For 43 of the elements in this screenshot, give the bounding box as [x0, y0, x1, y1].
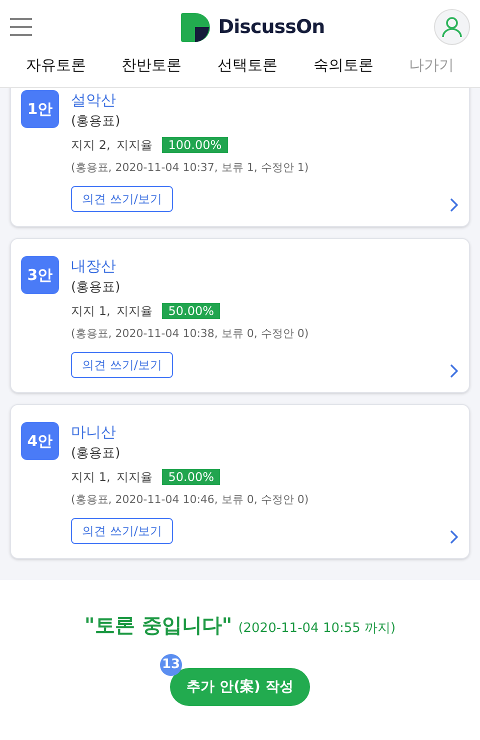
support-count: 지지 1,: [71, 303, 110, 320]
support-count: 지지 1,: [71, 469, 110, 486]
support-rate: 50.00%: [162, 469, 220, 485]
support-rate-label: 지지율: [116, 137, 152, 154]
opinion-button[interactable]: 의견 쓰기/보기: [71, 518, 173, 544]
opinion-button[interactable]: 의견 쓰기/보기: [71, 186, 173, 212]
proposal-author: (홍용표): [71, 279, 120, 297]
proposal-number: 4안: [21, 422, 59, 460]
user-icon: [442, 16, 462, 38]
proposal-meta: (홍용표, 2020-11-04 10:37, 보류 1, 수정안 1): [71, 160, 309, 176]
nav-tab[interactable]: 찬반토론: [122, 54, 182, 76]
count-badge: 13: [160, 654, 182, 676]
proposal-meta: (홍용표, 2020-11-04 10:38, 보류 0, 수정안 0): [71, 326, 309, 342]
nav-tab[interactable]: 자유토론: [26, 54, 86, 76]
support-rate-label: 지지율: [116, 303, 152, 320]
proposal-author: (홍용표): [71, 445, 120, 463]
logo-text: DiscussOn: [218, 14, 325, 40]
proposal-title[interactable]: 내장산: [71, 256, 116, 276]
nav-tab[interactable]: 선택토론: [217, 54, 278, 76]
nav-tab[interactable]: 숙의토론: [313, 54, 374, 76]
status-deadline: (2020-11-04 10:55 까지): [238, 620, 396, 638]
chevron-right-icon[interactable]: [449, 364, 459, 378]
proposal-meta: (홍용표, 2020-11-04 10:46, 보류 0, 수정안 0): [71, 492, 309, 508]
support-rate: 100.00%: [162, 137, 228, 153]
support-rate: 50.00%: [162, 303, 220, 319]
chevron-right-icon[interactable]: [449, 198, 459, 212]
logo-icon: [181, 12, 210, 42]
proposal-card[interactable]: 4안 마니산 (홍용표) 지지 1, 지지율 50.00% (홍용표, 2020-11-04 10:46, 보류 0, 수정안 0) 의견 쓰기/보기: [10, 404, 470, 559]
proposal-card[interactable]: 1안 설악산 (홍용표) 지지 2, 지지율 100.00% (홍용표, 2020-11-04 10:37, 보류 1, 수정안 1) 의견 쓰기/보기: [10, 88, 470, 227]
proposal-title[interactable]: 설악산: [71, 90, 116, 110]
chevron-right-icon[interactable]: [449, 530, 459, 544]
proposal-author: (홍용표): [71, 113, 120, 131]
support-rate-label: 지지율: [116, 469, 152, 486]
proposal-card[interactable]: 3안 내장산 (홍용표) 지지 1, 지지율 50.00% (홍용표, 2020-11-04 10:38, 보류 0, 수정안 0) 의견 쓰기/보기: [10, 238, 470, 393]
support-count: 지지 2,: [71, 137, 110, 154]
opinion-button[interactable]: 의견 쓰기/보기: [71, 352, 173, 378]
add-proposal-button[interactable]: 추가 안(案) 작성: [170, 668, 310, 706]
proposal-title[interactable]: 마니산: [71, 422, 116, 442]
status-text: "토론 중입니다": [84, 612, 232, 639]
proposal-number: 1안: [21, 90, 59, 128]
profile-button[interactable]: [434, 9, 470, 45]
menu-icon[interactable]: [10, 18, 32, 36]
proposal-number: 3안: [21, 256, 59, 294]
